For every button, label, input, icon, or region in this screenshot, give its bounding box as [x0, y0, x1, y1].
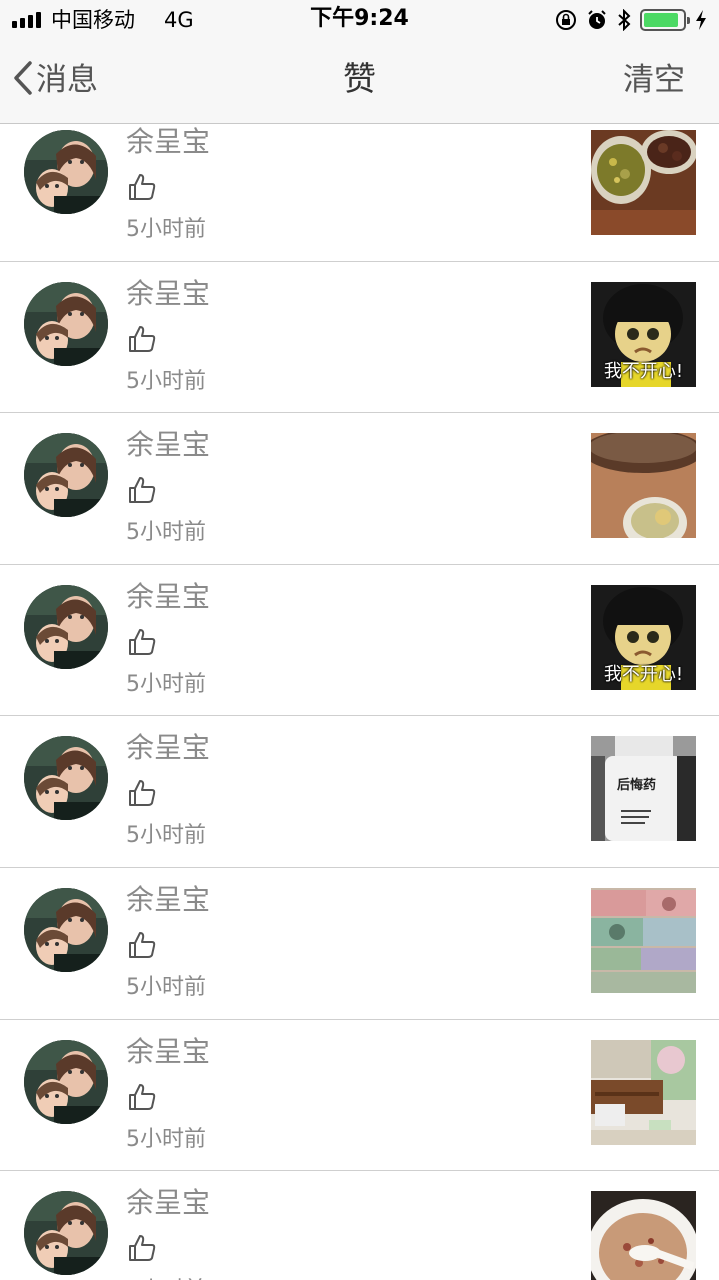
timestamp: 5小时前	[126, 1126, 206, 1152]
post-thumbnail-living-room[interactable]	[591, 1039, 696, 1145]
user-name: 余呈宝	[126, 276, 211, 310]
status-bar: 中国移动 4G 下午9:24	[0, 0, 719, 40]
thumbnail-label: 后悔药	[617, 778, 657, 794]
navigation-bar: 消息 赞 清空	[0, 40, 719, 124]
battery-icon	[640, 9, 690, 31]
bluetooth-icon	[617, 9, 631, 31]
timestamp: 5小时前	[126, 217, 206, 242]
avatar[interactable]	[24, 433, 108, 518]
user-name: 余呈宝	[126, 731, 211, 765]
like-item[interactable]: 余呈宝 5小时前	[0, 868, 719, 1020]
like-item[interactable]: 余呈宝 5小时前 后悔药	[0, 716, 719, 868]
like-item[interactable]: 余呈宝 5小时前 我不开心!	[0, 262, 719, 414]
timestamp: 5小时前	[126, 671, 206, 697]
alarm-icon	[586, 9, 608, 31]
thumbs-up-icon	[127, 627, 157, 657]
thumbs-up-icon	[127, 172, 157, 202]
clear-button[interactable]: 清空	[623, 60, 685, 100]
post-thumbnail-table-bowl[interactable]	[591, 433, 696, 539]
thumbs-up-icon	[127, 475, 157, 505]
avatar[interactable]	[24, 1191, 108, 1276]
thumbs-up-icon	[127, 1082, 157, 1112]
user-name: 余呈宝	[126, 882, 211, 916]
avatar[interactable]	[24, 584, 108, 669]
user-name: 余呈宝	[126, 1034, 211, 1068]
charging-icon	[695, 9, 707, 31]
thumbs-up-icon	[127, 930, 157, 960]
thumbs-up-icon	[127, 778, 157, 808]
likes-list[interactable]: 余呈宝 5小时前 余呈宝 5小时前 我不开心! 余呈宝 5小时前 余呈宝 5小时…	[0, 124, 719, 1280]
avatar[interactable]	[24, 887, 108, 972]
orientation-lock-icon	[555, 9, 577, 31]
avatar[interactable]	[24, 281, 108, 366]
like-item[interactable]: 余呈宝 5小时前 我不开心!	[0, 565, 719, 717]
post-thumbnail-doll-meme[interactable]: 我不开心!	[591, 584, 696, 690]
post-thumbnail-doll-meme[interactable]: 我不开心!	[591, 281, 696, 387]
thumbs-up-icon	[127, 324, 157, 354]
avatar[interactable]	[24, 736, 108, 821]
post-thumbnail-banknotes[interactable]	[591, 887, 696, 993]
post-thumbnail-porridge-bowl[interactable]	[591, 1191, 696, 1280]
thumbnail-caption: 我不开心!	[603, 663, 684, 685]
like-item[interactable]: 余呈宝 5小时前	[0, 1171, 719, 1280]
avatar[interactable]	[24, 130, 108, 214]
timestamp: 5小时前	[126, 974, 206, 1000]
timestamp: 5小时前	[126, 823, 206, 849]
like-item[interactable]: 余呈宝 5小时前	[0, 124, 719, 262]
post-thumbnail-food-dishes[interactable]	[591, 130, 696, 235]
thumbs-up-icon	[127, 1233, 157, 1263]
timestamp: 5小时前	[126, 520, 206, 546]
user-name: 余呈宝	[126, 428, 211, 462]
user-name: 余呈宝	[126, 125, 211, 158]
like-item[interactable]: 余呈宝 5小时前	[0, 1020, 719, 1172]
user-name: 余呈宝	[126, 1186, 211, 1220]
timestamp: 5小时前	[126, 368, 206, 394]
post-thumbnail-medicine-bottle[interactable]: 后悔药	[591, 736, 696, 842]
avatar[interactable]	[24, 1039, 108, 1124]
thumbnail-caption: 我不开心!	[603, 360, 684, 382]
like-item[interactable]: 余呈宝 5小时前	[0, 413, 719, 565]
page-title: 赞	[343, 59, 376, 98]
user-name: 余呈宝	[126, 579, 211, 613]
